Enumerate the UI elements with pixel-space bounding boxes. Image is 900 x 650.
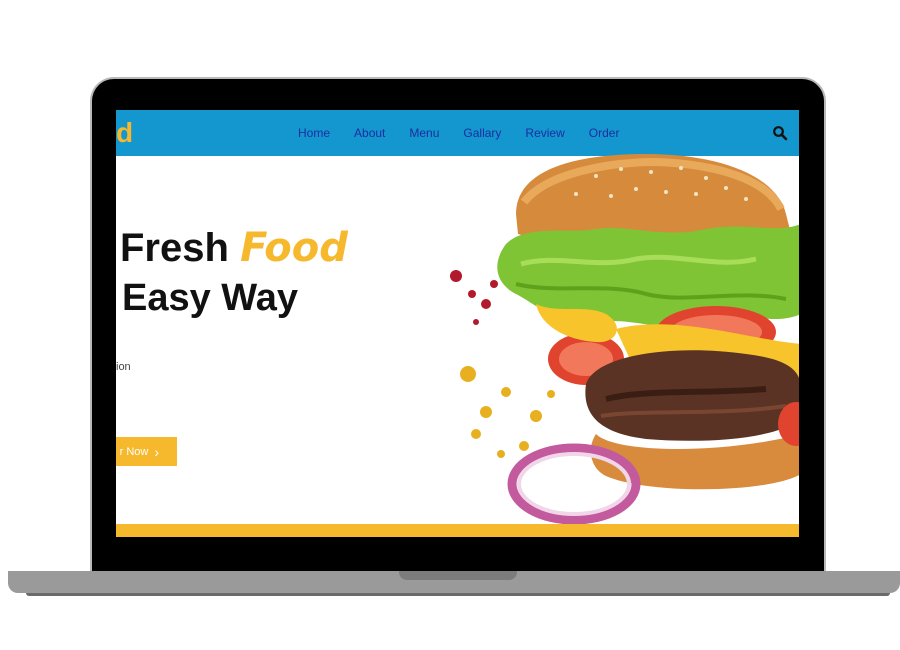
nav-order[interactable]: Order xyxy=(589,126,620,140)
chevron-right-icon: › xyxy=(154,443,159,460)
hero-subtitle: ion xyxy=(116,361,131,373)
hero-title-food: Food xyxy=(240,225,348,271)
nav-links: Home About Menu Gallary Review Order xyxy=(298,110,643,156)
logo[interactable]: d xyxy=(116,118,133,148)
search-icon[interactable] xyxy=(772,125,788,141)
hero-title-line1: Fresh Food xyxy=(120,224,348,272)
bottom-accent-bar xyxy=(116,524,799,537)
nav-about[interactable]: About xyxy=(354,126,385,140)
burger-image xyxy=(450,154,799,525)
nav-gallary[interactable]: Gallary xyxy=(463,126,501,140)
hero-title-fresh: Fresh xyxy=(120,226,229,270)
laptop-base-shadow xyxy=(26,593,890,596)
hero-title-line2: Easy Way xyxy=(122,277,299,319)
nav-menu[interactable]: Menu xyxy=(409,126,439,140)
navbar: d Home About Menu Gallary Review Order xyxy=(116,110,799,156)
laptop-notch xyxy=(399,571,517,580)
order-now-label: r Now xyxy=(119,445,149,458)
order-now-button[interactable]: r Now › xyxy=(116,437,177,466)
nav-home[interactable]: Home xyxy=(298,126,330,140)
nav-review[interactable]: Review xyxy=(525,126,564,140)
website-screen: d Home About Menu Gallary Review Order F… xyxy=(116,110,799,537)
